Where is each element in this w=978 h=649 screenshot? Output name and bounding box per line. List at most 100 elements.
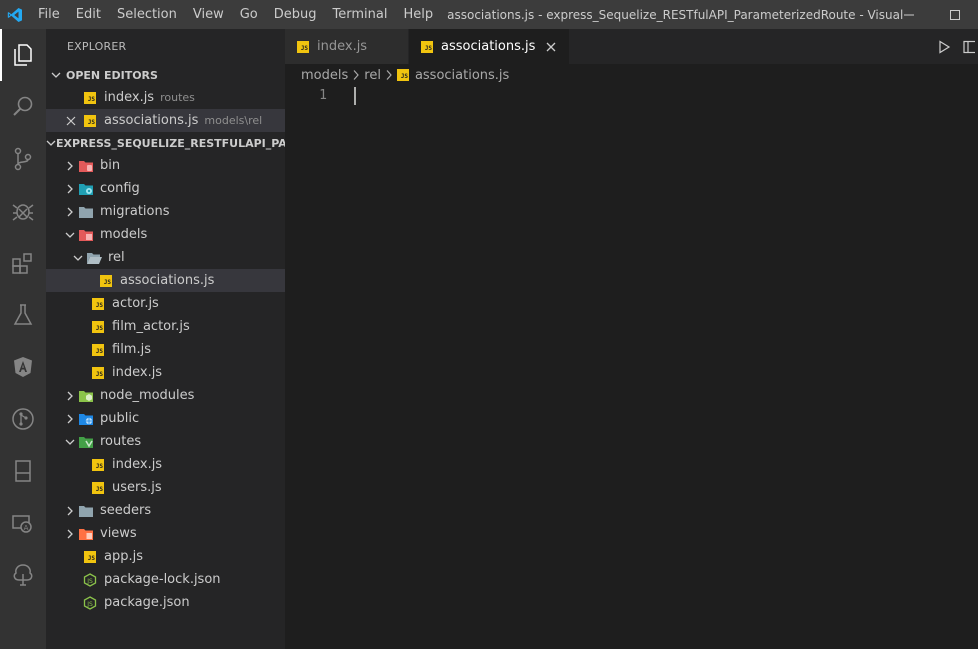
chevron-right-icon xyxy=(62,200,78,223)
tree-item-label: bin xyxy=(100,158,121,173)
folder-public-icon xyxy=(78,411,94,427)
tree-item-label: associations.js xyxy=(120,273,215,288)
nodejs-file-icon: JS xyxy=(82,595,98,611)
open-editors-header[interactable]: OPEN EDITORS xyxy=(46,64,285,86)
tree-item-label: migrations xyxy=(100,204,170,219)
search-icon xyxy=(13,96,33,116)
project-folder-header[interactable]: EXPRESS_SEQUELIZE_RESTFULAPI_PAR... xyxy=(46,132,285,154)
tree-item-package-lock-json[interactable]: JS package-lock.json xyxy=(46,568,285,591)
js-file-icon: JS xyxy=(90,342,106,358)
tree-item-film-actor-js[interactable]: JS film_actor.js xyxy=(46,315,285,338)
nodejs-file-icon: JS xyxy=(82,572,98,588)
breadcrumb-item[interactable]: rel xyxy=(364,68,381,83)
live-share-icon: A xyxy=(12,515,32,533)
chevron-down-icon xyxy=(70,246,86,269)
tree-item-models-index-js[interactable]: JS index.js xyxy=(46,361,285,384)
menu-go[interactable]: Go xyxy=(232,0,266,29)
tree-item-label: node_modules xyxy=(100,388,195,403)
activity-bar: A xyxy=(0,29,46,649)
folder-open-icon xyxy=(86,250,102,266)
split-editor-icon xyxy=(963,40,975,53)
activity-remote[interactable] xyxy=(0,445,46,497)
close-tab-icon[interactable] xyxy=(543,39,559,55)
folder-icon xyxy=(78,503,94,519)
tree-item-migrations[interactable]: migrations xyxy=(46,200,285,223)
tree-item-seeders[interactable]: seeders xyxy=(46,499,285,522)
open-editor-name: associations.js xyxy=(104,113,199,128)
chevron-down-icon xyxy=(62,430,78,453)
js-file-icon: JS xyxy=(82,549,98,565)
activity-git-history[interactable] xyxy=(0,393,46,445)
breadcrumb-item[interactable]: associations.js xyxy=(415,68,509,83)
play-icon xyxy=(939,39,951,54)
code-editor[interactable]: 1 xyxy=(285,86,978,649)
maximize-button[interactable] xyxy=(932,0,978,29)
tree-item-label: actor.js xyxy=(112,296,159,311)
js-file-icon: JS xyxy=(90,457,106,473)
menu-file[interactable]: File xyxy=(30,0,68,29)
open-editor-item-active[interactable]: JS associations.js models\rel xyxy=(46,109,285,132)
split-editor-button[interactable] xyxy=(960,29,978,64)
chevron-right-icon xyxy=(62,499,78,522)
close-icon[interactable] xyxy=(66,109,76,132)
tree-item-rel[interactable]: rel xyxy=(46,246,285,269)
tree-item-app-js[interactable]: JS app.js xyxy=(46,545,285,568)
activity-source-control[interactable] xyxy=(0,133,46,185)
activity-angular[interactable] xyxy=(0,341,46,393)
menu-view[interactable]: View xyxy=(185,0,232,29)
chevron-down-icon xyxy=(46,70,66,80)
tree-item-package-json[interactable]: JS package.json xyxy=(46,591,285,614)
open-editor-item[interactable]: JS index.js routes xyxy=(46,86,285,109)
chevron-right-icon xyxy=(62,384,78,407)
folder-icon xyxy=(78,204,94,220)
menu-terminal[interactable]: Terminal xyxy=(325,0,396,29)
tree-item-label: config xyxy=(100,181,140,196)
activity-test[interactable] xyxy=(0,289,46,341)
minimize-button[interactable] xyxy=(886,0,932,29)
menu-edit[interactable]: Edit xyxy=(68,0,109,29)
tree-item-routes[interactable]: routes xyxy=(46,430,285,453)
activity-tree[interactable] xyxy=(0,549,46,601)
folder-bin-icon xyxy=(78,158,94,174)
chevron-right-icon xyxy=(352,69,360,81)
tree-item-bin[interactable]: bin xyxy=(46,154,285,177)
tree-item-config[interactable]: config xyxy=(46,177,285,200)
tree-item-film-js[interactable]: JS film.js xyxy=(46,338,285,361)
run-button[interactable] xyxy=(928,29,960,64)
tree-item-associations-js[interactable]: JS associations.js xyxy=(46,269,285,292)
chevron-down-icon xyxy=(46,138,56,148)
explorer-sidebar: EXPLORER OPEN EDITORS JS index.js routes… xyxy=(46,29,285,649)
tree-item-label: app.js xyxy=(104,549,143,564)
tab-label: index.js xyxy=(317,39,368,54)
tree-item-public[interactable]: public xyxy=(46,407,285,430)
tree-item-actor-js[interactable]: JS actor.js xyxy=(46,292,285,315)
menu-selection[interactable]: Selection xyxy=(109,0,185,29)
activity-live-share[interactable]: A xyxy=(0,497,46,549)
code-line[interactable]: 1 xyxy=(285,86,978,105)
tab-index-js[interactable]: JS index.js xyxy=(285,29,409,64)
js-file-icon: JS xyxy=(90,319,106,335)
tree-item-views[interactable]: views xyxy=(46,522,285,545)
js-file-icon: JS xyxy=(98,273,114,289)
breadcrumb: models rel JS associations.js xyxy=(285,64,978,86)
chevron-right-icon xyxy=(62,177,78,200)
maximize-icon xyxy=(950,9,960,20)
tree-item-models[interactable]: models xyxy=(46,223,285,246)
menu-debug[interactable]: Debug xyxy=(266,0,325,29)
folder-views-icon xyxy=(78,526,94,542)
activity-search[interactable] xyxy=(0,81,46,133)
activity-debug[interactable] xyxy=(0,185,46,237)
menu-help[interactable]: Help xyxy=(395,0,441,29)
tree-item-users-js[interactable]: JS users.js xyxy=(46,476,285,499)
chevron-right-icon xyxy=(385,69,393,81)
svg-text:JS: JS xyxy=(86,578,93,585)
tab-associations-js[interactable]: JS associations.js xyxy=(409,29,571,64)
breadcrumb-item[interactable]: models xyxy=(301,68,348,83)
tree-item-node-modules[interactable]: node_modules xyxy=(46,384,285,407)
js-file-icon: JS xyxy=(82,90,98,106)
svg-text:A: A xyxy=(24,524,29,532)
js-file-icon: JS xyxy=(82,113,98,129)
tree-item-routes-index-js[interactable]: JS index.js xyxy=(46,453,285,476)
activity-extensions[interactable] xyxy=(0,237,46,289)
activity-explorer[interactable] xyxy=(0,29,46,81)
